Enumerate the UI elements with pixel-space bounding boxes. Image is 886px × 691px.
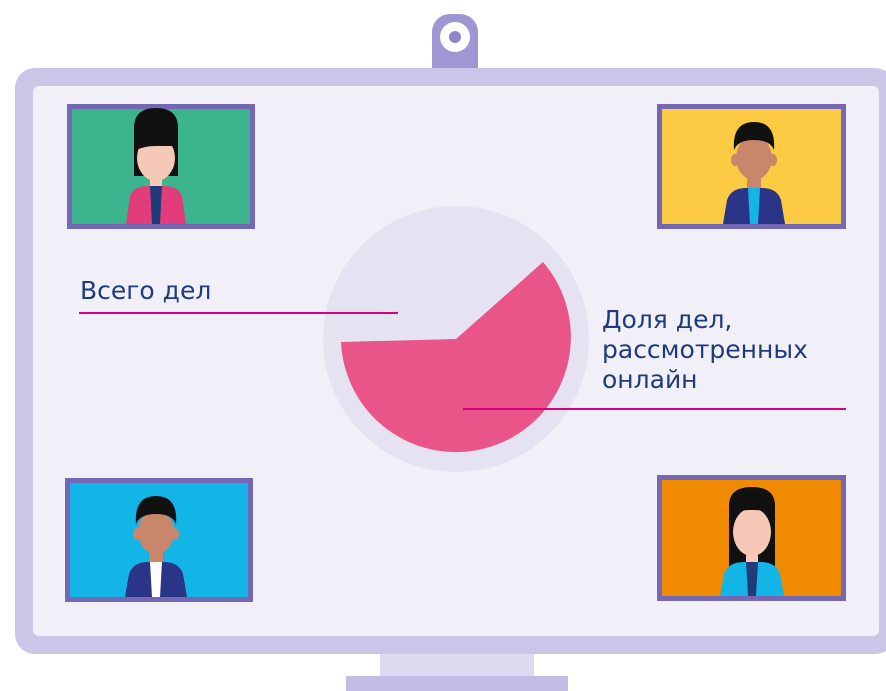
- label-online-share: Доля дел, рассмотренных онлайн: [602, 305, 808, 395]
- participant-woman-avatar: [720, 487, 784, 596]
- monitor-base: [346, 676, 568, 691]
- monitor-neck: [380, 652, 534, 680]
- participant-woman-avatar: [126, 108, 186, 224]
- video-tile-bottom-right: [657, 475, 846, 601]
- video-tile-bottom-left: [65, 478, 253, 602]
- label-online-line-2: рассмотренных: [602, 335, 808, 364]
- webcam-icon: [432, 14, 478, 68]
- label-total-cases: Всего дел: [80, 276, 212, 305]
- video-tile-top-right: [657, 104, 846, 229]
- label-online-line-3: онлайн: [602, 365, 698, 394]
- label-online-line-1: Доля дел,: [602, 305, 733, 334]
- pie-chart: [323, 206, 589, 472]
- video-tile-top-left: [67, 104, 255, 229]
